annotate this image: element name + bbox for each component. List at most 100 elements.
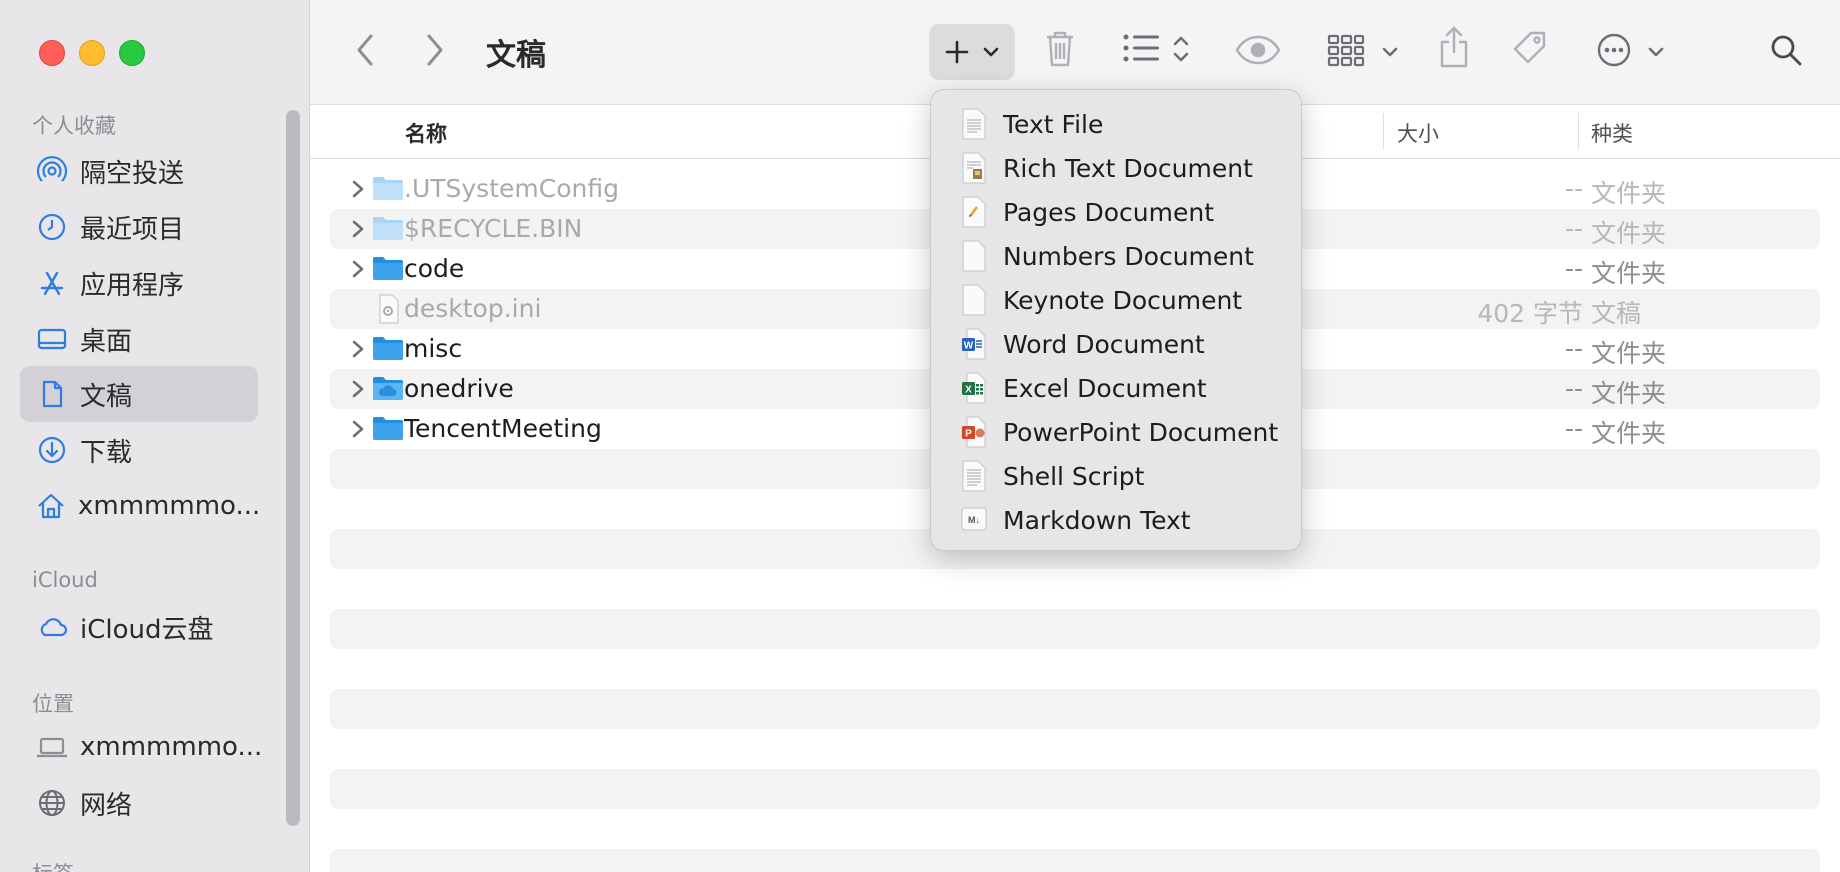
file-name: TencentMeeting xyxy=(404,414,602,443)
folder-icon xyxy=(372,254,404,284)
more-actions-icon[interactable] xyxy=(1594,30,1634,70)
menu-item-label: Shell Script xyxy=(1003,462,1145,491)
file-name: misc xyxy=(404,334,463,363)
column-name-header[interactable]: 名称 xyxy=(405,118,447,148)
sidebar-item-label: xmmmmmo... xyxy=(78,491,261,521)
chevron-down-icon[interactable] xyxy=(1380,42,1400,62)
empty-row xyxy=(330,609,1820,649)
menu-item-label: Keynote Document xyxy=(1003,286,1243,315)
menu-item-excel[interactable]: X Excel Document xyxy=(931,366,1301,410)
keynote-icon xyxy=(961,284,987,316)
document-icon xyxy=(36,378,68,410)
zoom-window-button[interactable] xyxy=(119,40,145,66)
new-document-button[interactable] xyxy=(929,24,1015,80)
laptop-icon xyxy=(36,731,68,763)
empty-row xyxy=(330,689,1820,729)
rich-text-icon xyxy=(961,152,987,184)
file-size: 402 字节 xyxy=(1477,299,1583,328)
sidebar-item-label: 最近项目 xyxy=(80,214,185,245)
close-window-button[interactable] xyxy=(39,40,65,66)
menu-item-label: Markdown Text xyxy=(1003,506,1191,535)
sidebar: 个人收藏 隔空投送 最近项目 应用程序 桌面 文稿 下载 xmmmmmo... … xyxy=(0,0,310,872)
folder-icon xyxy=(372,214,404,244)
download-icon xyxy=(36,434,68,466)
file-name: code xyxy=(404,254,465,283)
menu-item-powerpoint[interactable]: P PowerPoint Document xyxy=(931,410,1301,454)
sidebar-item-airdrop[interactable]: 隔空投送 xyxy=(20,143,258,199)
menu-item-numbers[interactable]: Numbers Document xyxy=(931,234,1301,278)
sidebar-item-downloads[interactable]: 下载 xyxy=(20,422,258,478)
back-icon[interactable] xyxy=(350,30,380,70)
sidebar-item-network[interactable]: 网络 xyxy=(20,775,258,831)
empty-row xyxy=(330,849,1820,872)
disclosure-triangle-icon[interactable] xyxy=(348,378,368,400)
sidebar-item-icloud-drive[interactable]: iCloud云盘 xyxy=(20,599,258,655)
file-name: $RECYCLE.BIN xyxy=(404,214,583,243)
folder-icon xyxy=(372,174,404,204)
menu-item-markdown[interactable]: M↓ Markdown Text xyxy=(931,498,1301,542)
file-name: desktop.ini xyxy=(404,294,542,323)
applications-icon xyxy=(36,267,68,299)
plus-icon xyxy=(943,38,971,66)
eye-icon[interactable] xyxy=(1234,30,1282,70)
sidebar-item-this-mac[interactable]: xmmmmmo... xyxy=(20,719,262,775)
sidebar-item-recents[interactable]: 最近项目 xyxy=(20,199,258,255)
file-size: -- xyxy=(1564,214,1583,243)
powerpoint-icon: P xyxy=(961,416,987,448)
file-kind: 文件夹 xyxy=(1591,419,1667,448)
grid-view-icon[interactable] xyxy=(1326,32,1366,68)
trash-icon[interactable] xyxy=(1042,27,1078,71)
search-icon[interactable] xyxy=(1766,30,1806,70)
desktop-icon xyxy=(36,323,68,355)
menu-item-word[interactable]: W Word Document xyxy=(931,322,1301,366)
file-size: -- xyxy=(1564,414,1583,443)
menu-item-keynote[interactable]: Keynote Document xyxy=(931,278,1301,322)
menu-item-text-file[interactable]: Text File xyxy=(931,102,1301,146)
column-size-header[interactable]: 大小 xyxy=(1397,118,1439,148)
sidebar-section-locations: 位置 xyxy=(32,692,74,716)
cloud-icon xyxy=(36,611,68,643)
numbers-icon xyxy=(961,240,987,272)
clock-icon xyxy=(36,211,68,243)
svg-text:W: W xyxy=(964,341,974,352)
share-icon[interactable] xyxy=(1436,24,1472,70)
sidebar-item-applications[interactable]: 应用程序 xyxy=(20,255,258,311)
sort-updown-icon[interactable] xyxy=(1170,32,1192,66)
disclosure-triangle-icon[interactable] xyxy=(348,258,368,280)
svg-text:P: P xyxy=(965,429,972,440)
chevron-down-icon[interactable] xyxy=(1646,42,1666,62)
sidebar-item-label: xmmmmmo... xyxy=(80,732,263,762)
excel-icon: X xyxy=(961,372,987,404)
disclosure-triangle-icon[interactable] xyxy=(348,178,368,200)
sidebar-item-home[interactable]: xmmmmmo... xyxy=(20,478,261,534)
markdown-icon: M↓ xyxy=(961,504,987,536)
column-divider[interactable] xyxy=(1383,113,1384,149)
list-view-icon[interactable] xyxy=(1122,30,1162,66)
sidebar-section-icloud: iCloud xyxy=(32,568,98,592)
sidebar-item-label: 隔空投送 xyxy=(80,158,185,189)
disclosure-triangle-icon[interactable] xyxy=(348,218,368,240)
text-file-icon xyxy=(961,108,987,140)
column-kind-header[interactable]: 种类 xyxy=(1591,118,1633,148)
forward-icon[interactable] xyxy=(420,30,450,70)
sidebar-scrollbar[interactable] xyxy=(286,110,300,826)
svg-text:X: X xyxy=(965,385,972,396)
chevron-down-icon xyxy=(981,42,1001,62)
file-name: .UTSystemConfig xyxy=(404,174,619,203)
menu-item-label: Text File xyxy=(1003,110,1104,139)
column-divider[interactable] xyxy=(1578,113,1579,149)
menu-item-pages[interactable]: Pages Document xyxy=(931,190,1301,234)
window-title: 文稿 xyxy=(486,38,546,73)
disclosure-triangle-icon[interactable] xyxy=(348,338,368,360)
airdrop-icon xyxy=(36,155,68,187)
sidebar-item-documents[interactable]: 文稿 xyxy=(20,366,258,422)
disclosure-triangle-icon[interactable] xyxy=(348,418,368,440)
menu-item-shell-script[interactable]: Shell Script xyxy=(931,454,1301,498)
tag-icon[interactable] xyxy=(1510,28,1550,68)
minimize-window-button[interactable] xyxy=(79,40,105,66)
home-icon xyxy=(36,490,66,522)
sidebar-item-desktop[interactable]: 桌面 xyxy=(20,311,258,367)
folder-icon xyxy=(372,414,404,444)
menu-item-rich-text[interactable]: Rich Text Document xyxy=(931,146,1301,190)
file-kind: 文稿 xyxy=(1591,299,1642,328)
